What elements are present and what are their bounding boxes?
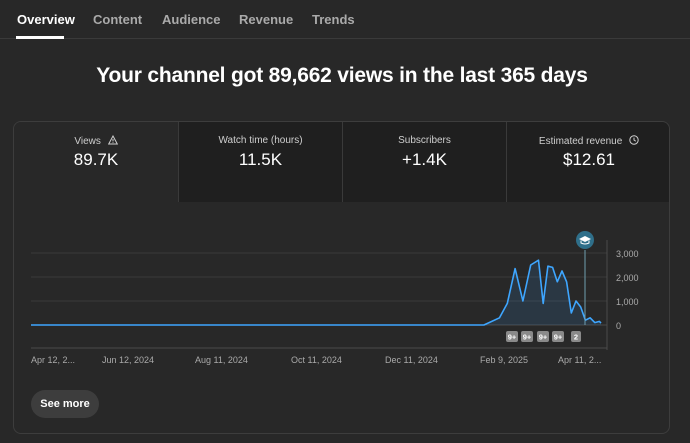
tab-overview[interactable]: Overview [17,12,75,27]
tab-audience[interactable]: Audience [162,12,221,27]
y-tick-label: 3,000 [616,249,639,259]
x-tick-label: Dec 11, 2024 [385,355,438,365]
annotation-badge-label: 9+ [523,333,532,342]
analytics-card: Views 89.7K Watch time (hours) 11.5K Sub… [13,121,670,434]
annotation-badge-label: 9+ [554,333,563,342]
annotation-badge-label: 9+ [539,333,548,342]
tab-content[interactable]: Content [93,12,142,27]
tab-trends[interactable]: Trends [312,12,355,27]
y-tick-label: 0 [616,321,621,331]
see-more-button[interactable]: See more [31,390,99,418]
x-tick-label: Oct 11, 2024 [291,355,342,365]
tab-bar: Overview Content Audience Revenue Trends [0,0,690,39]
x-tick-label: Apr 11, 2... [558,355,601,365]
y-tick-label: 2,000 [616,273,639,283]
annotation-badge-label: 2 [574,333,578,342]
tab-revenue[interactable]: Revenue [239,12,293,27]
x-tick-label: Aug 11, 2024 [195,355,248,365]
active-tab-indicator [16,36,64,39]
x-tick-label: Apr 12, 2... [31,355,75,365]
y-tick-label: 1,000 [616,297,639,307]
page-headline: Your channel got 89,662 views in the las… [96,64,588,87]
annotation-badge-label: 9+ [508,333,517,342]
x-tick-label: Feb 9, 2025 [480,355,528,365]
views-chart[interactable]: 3,000 2,000 1,000 0 Apr 12, 2... Jun 12, 2024… [14,122,670,434]
x-tick-label: Jun 12, 2024 [102,355,154,365]
